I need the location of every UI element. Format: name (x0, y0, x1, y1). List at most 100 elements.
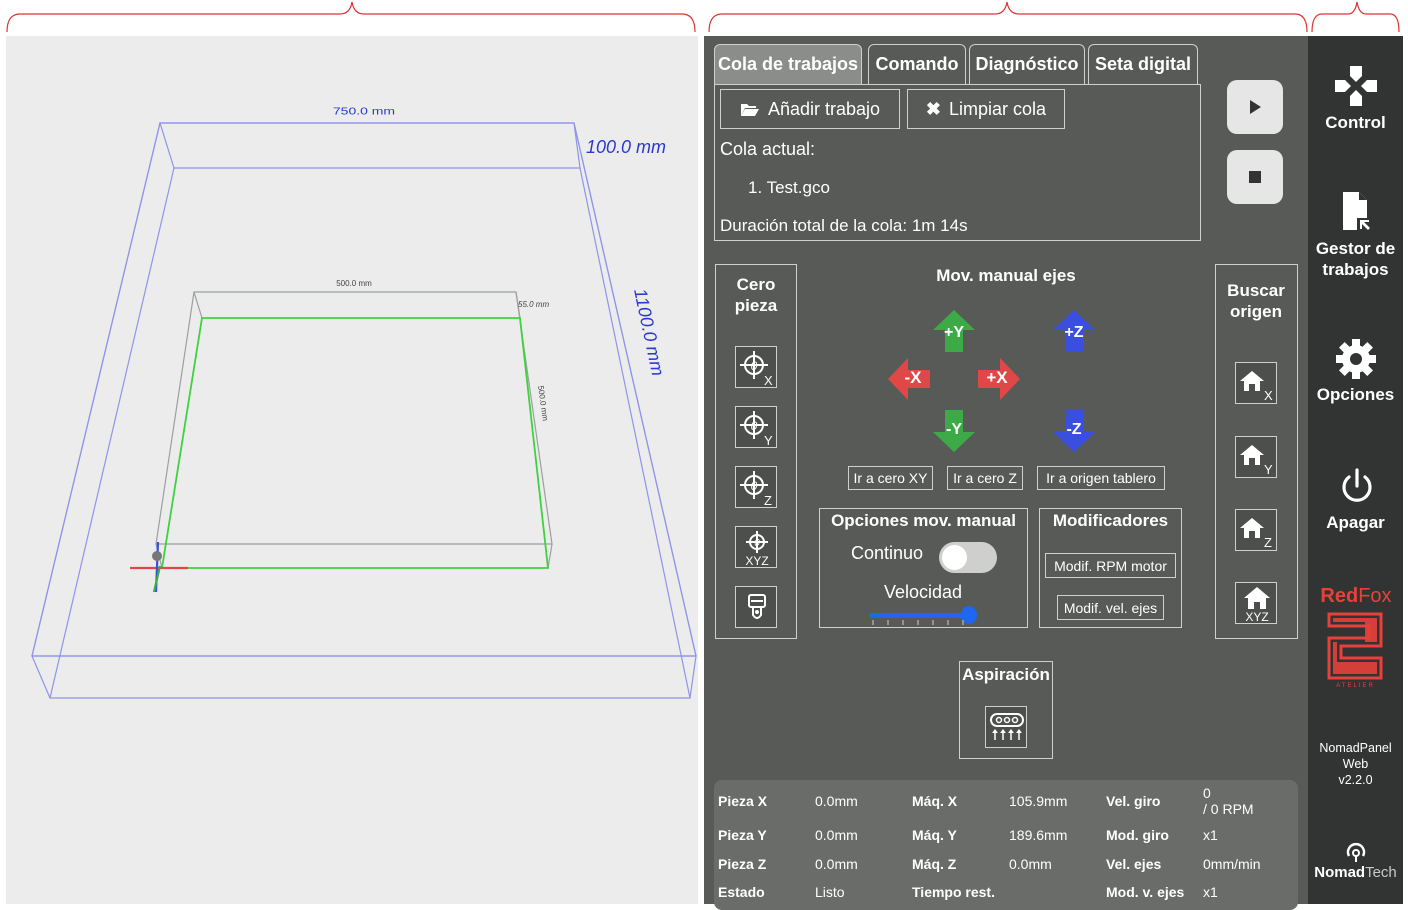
sidebar-item-control[interactable]: Control (1308, 56, 1403, 134)
status-label: Máq. Y (912, 827, 957, 843)
toolpath (160, 317, 550, 569)
outer-width-label: 750.0 mm (333, 105, 395, 117)
goto-table-origin-button[interactable]: Ir a origen tablero (1037, 466, 1165, 490)
sidebar-item-shutdown[interactable]: Apagar (1308, 464, 1403, 544)
version-info: NomadPanel Web v2.2.0 (1319, 741, 1392, 787)
inner-depth-label: 500.0 mm (536, 385, 550, 422)
toggle-knob (942, 545, 967, 570)
axis-gizmo (130, 541, 188, 593)
tool-probe-button[interactable] (735, 586, 777, 628)
speed-label: Velocidad (884, 582, 963, 602)
status-value: 0 / 0 RPM (1203, 785, 1254, 817)
queue-item[interactable]: 1. Test.gco (748, 178, 830, 198)
svg-text:XYZ: XYZ (745, 554, 768, 568)
tab-job-queue[interactable]: Cola de trabajos (714, 44, 862, 84)
home-xyz-icon: XYZ (1244, 587, 1270, 624)
spindle-rpm-modifier-button[interactable]: Modif. RPM motor (1045, 553, 1176, 578)
svg-text:Z: Z (1264, 535, 1272, 550)
jog-minus-x-button[interactable]: -X (886, 356, 932, 402)
add-job-button[interactable]: Añadir trabajo (720, 89, 900, 129)
zero-y-button[interactable]: 0Y (735, 406, 777, 448)
nomadtech-signal-icon (1346, 843, 1366, 862)
svg-text:0: 0 (751, 479, 758, 493)
svg-text:X: X (1264, 388, 1273, 403)
home-xyz-button[interactable]: XYZ (1235, 582, 1277, 624)
work-zero-title: Cero pieza (734, 275, 778, 315)
speed-slider-track[interactable] (869, 613, 975, 618)
svg-text:Z: Z (764, 493, 772, 508)
jog-plus-z-button[interactable]: +Z (1051, 308, 1097, 354)
zero-z-button[interactable]: 0Z (735, 466, 777, 508)
home-x-button[interactable]: X (1235, 362, 1277, 404)
jog-plus-y-button[interactable]: +Y (931, 308, 977, 354)
status-value: 0mm/min (1203, 856, 1261, 872)
status-label: Pieza Y (718, 827, 767, 843)
clear-queue-button[interactable]: ✖ Limpiar cola (907, 89, 1065, 129)
jog-title: Mov. manual ejes (936, 266, 1076, 285)
goto-zero-z-button[interactable]: Ir a cero Z (947, 466, 1023, 490)
queue-current-label: Cola actual: (720, 139, 816, 159)
home-y-icon: Y (1240, 445, 1273, 477)
tab-digital-estop[interactable]: Seta digital (1088, 44, 1198, 84)
axis-feed-modifier-button[interactable]: Modif. vel. ejes (1057, 595, 1164, 620)
zero-xyz-button[interactable]: 0 XYZ (735, 526, 777, 568)
target-zero-y-icon: 0Y (740, 411, 773, 448)
home-z-icon: Z (1240, 518, 1272, 550)
svg-text:XYZ: XYZ (1245, 610, 1268, 624)
status-value: x1 (1203, 827, 1218, 843)
jog-minus-z-button[interactable]: -Z (1051, 408, 1097, 454)
play-icon (1250, 100, 1261, 114)
svg-text:X: X (764, 373, 773, 388)
sidebar-item-options[interactable]: Opciones (1308, 334, 1403, 414)
status-label: Mod. v. ejes (1106, 884, 1185, 900)
dust-extraction-icon (990, 713, 1024, 740)
tab-diagnostics[interactable]: Diagnóstico (969, 44, 1085, 84)
redfox-logo: RedFox ATELIER (1320, 585, 1392, 689)
continuous-label: Continuo (851, 543, 924, 563)
status-value: x1 (1203, 884, 1218, 900)
nomadtech-logo: NomadTech (1308, 840, 1403, 890)
status-label: Máq. X (912, 793, 958, 809)
work-zero-group (715, 264, 797, 639)
redfox-2-logo-mark (1327, 612, 1383, 680)
queue-duration: Duración total de la cola: 1m 14s (720, 216, 968, 235)
stop-icon (1249, 171, 1261, 183)
jog-plus-x-button[interactable]: +X (976, 356, 1022, 402)
target-zero-xyz-icon: 0 XYZ (745, 531, 769, 568)
stock-box (155, 291, 553, 569)
zero-x-button[interactable]: 0X (735, 346, 777, 388)
outer-depth-label: 1100.0 mm (630, 287, 668, 378)
jog-minus-y-button[interactable]: -Y (931, 408, 977, 454)
viewer-canvas[interactable]: 750.0 mm 100.0 mm 1100.0 mm 500.0 mm 55.… (6, 36, 698, 904)
play-button[interactable] (1227, 80, 1283, 134)
outer-height-label: 100.0 mm (586, 137, 666, 157)
sidebar-item-job-manager[interactable]: Gestor de trabajos (1308, 186, 1403, 286)
status-value: Listo (815, 884, 845, 900)
home-z-button[interactable]: Z (1235, 509, 1277, 551)
svg-text:0: 0 (751, 359, 758, 373)
goto-zero-xy-button[interactable]: Ir a cero XY (848, 466, 933, 490)
aspiration-title: Aspiración (962, 665, 1050, 684)
machine-bounding-box (31, 122, 697, 699)
svg-text:0: 0 (751, 419, 758, 433)
stop-button[interactable] (1227, 150, 1283, 204)
homing-title: Buscar origen (1227, 281, 1285, 321)
tab-command[interactable]: Comando (868, 44, 966, 84)
gear-icon (1336, 339, 1376, 379)
modifiers-title: Modificadores (1052, 511, 1169, 530)
status-value: 189.6mm (1009, 827, 1068, 843)
3d-viewer[interactable]: 750.0 mm 100.0 mm 1100.0 mm 500.0 mm 55.… (6, 36, 698, 904)
status-label: Pieza Z (718, 856, 767, 872)
status-label: Vel. giro (1106, 793, 1161, 809)
power-icon (1342, 468, 1372, 502)
status-label: Pieza X (718, 793, 768, 809)
status-value: 0.0mm (815, 856, 858, 872)
top-brackets (6, 1, 1400, 33)
svg-text:Y: Y (764, 433, 773, 448)
aspiration-toggle-button[interactable] (985, 706, 1027, 748)
continuous-toggle[interactable] (939, 542, 997, 573)
svg-text:0: 0 (754, 538, 760, 549)
home-y-button[interactable]: Y (1235, 436, 1277, 478)
target-zero-x-icon: 0X (740, 351, 773, 388)
probe-icon (748, 594, 766, 619)
